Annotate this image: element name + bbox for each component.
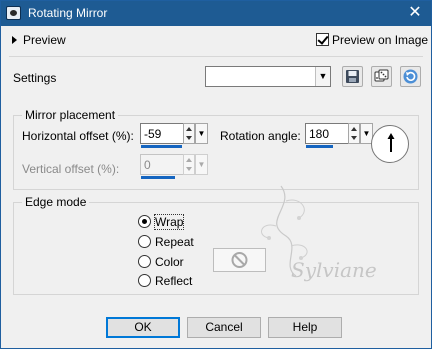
reset-icon — [403, 69, 418, 84]
horizontal-offset-input[interactable]: -59 ▼ — [140, 123, 208, 148]
app-icon — [6, 6, 21, 20]
preview-toggle[interactable]: Preview — [12, 33, 66, 47]
settings-label: Settings — [13, 71, 57, 85]
horizontal-offset-slider[interactable] — [141, 145, 182, 148]
edge-mode-title: Edge mode — [22, 195, 90, 209]
spin-up-icon — [186, 158, 192, 162]
vertical-offset-value: 0 — [144, 158, 151, 172]
dialog-body: Preview Preview on Image Settings ▼ Mirr… — [1, 26, 431, 348]
chevron-down-icon[interactable]: ▼ — [315, 67, 330, 86]
rotation-angle-label: Rotation angle: — [220, 129, 301, 143]
horizontal-offset-value[interactable]: -59 — [144, 127, 161, 141]
rotation-angle-slider[interactable] — [306, 145, 333, 148]
cancel-button[interactable]: Cancel — [187, 317, 261, 338]
close-icon[interactable]: ✕ — [403, 3, 427, 23]
radio-selected-icon[interactable] — [138, 215, 151, 228]
radio-icon[interactable] — [138, 255, 151, 268]
save-preset-button[interactable] — [342, 66, 363, 87]
reset-button[interactable] — [400, 66, 421, 87]
chevron-down-icon[interactable]: ▼ — [195, 123, 208, 144]
spin-down-icon[interactable] — [351, 136, 357, 140]
rotation-angle-value[interactable]: 180 — [309, 127, 329, 141]
preset-dropdown[interactable]: ▼ — [205, 66, 331, 87]
rotation-angle-dial[interactable] — [371, 125, 409, 163]
rotation-angle-input[interactable]: 180 ▼ — [305, 123, 373, 148]
randomize-button[interactable] — [371, 66, 392, 87]
vertical-offset-stepper — [183, 154, 195, 175]
edge-mode-repeat[interactable]: Repeat — [138, 235, 194, 249]
title-bar[interactable]: Rotating Mirror ✕ — [1, 1, 431, 26]
radio-icon[interactable] — [138, 235, 151, 248]
save-preset-icon — [346, 70, 359, 83]
rotation-angle-stepper[interactable] — [348, 123, 360, 144]
preview-label: Preview — [23, 33, 66, 47]
horizontal-offset-stepper[interactable] — [183, 123, 195, 144]
horizontal-offset-label: Horizontal offset (%): — [22, 129, 134, 143]
edge-mode-wrap-label: Wrap — [153, 214, 185, 230]
preview-on-image-checkbox[interactable]: Preview on Image — [316, 33, 428, 47]
edge-mode-color[interactable]: Color — [138, 255, 184, 269]
dialog-window: Rotating Mirror ✕ Preview Preview on Ima… — [0, 0, 432, 349]
checkbox-icon[interactable] — [316, 33, 329, 46]
spin-up-icon[interactable] — [186, 127, 192, 131]
no-color-icon — [231, 252, 248, 268]
expand-arrow-icon — [12, 36, 17, 44]
edge-mode-color-label: Color — [155, 255, 184, 269]
edge-mode-reflect[interactable]: Reflect — [138, 274, 192, 288]
randomize-icon — [374, 69, 389, 82]
vertical-offset-slider — [141, 176, 175, 179]
spin-down-icon[interactable] — [186, 136, 192, 140]
radio-icon[interactable] — [138, 274, 151, 287]
vertical-offset-input: 0 ▼ — [140, 154, 208, 179]
edge-mode-reflect-label: Reflect — [155, 274, 193, 288]
mirror-placement-title: Mirror placement — [22, 108, 119, 122]
edge-mode-repeat-label: Repeat — [155, 235, 194, 249]
divider — [9, 56, 423, 57]
help-button[interactable]: Help — [268, 317, 342, 338]
angle-arrow-icon — [387, 133, 395, 152]
ok-button[interactable]: OK — [106, 317, 180, 338]
spin-up-icon[interactable] — [351, 127, 357, 131]
window-title: Rotating Mirror — [28, 6, 108, 20]
preview-on-image-label: Preview on Image — [332, 33, 429, 47]
chevron-down-icon: ▼ — [195, 154, 208, 175]
spin-down-icon — [186, 167, 192, 171]
edge-color-swatch — [213, 248, 266, 272]
vertical-offset-label: Vertical offset (%): — [22, 162, 120, 176]
edge-mode-wrap[interactable]: Wrap — [138, 214, 185, 230]
